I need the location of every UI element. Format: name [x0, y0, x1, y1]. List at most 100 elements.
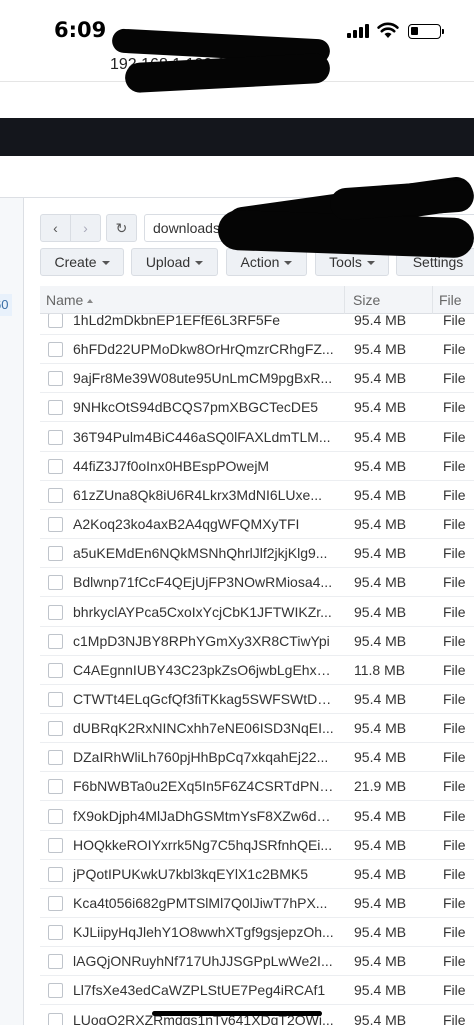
sidebar-item-selected[interactable]: 60 — [0, 294, 12, 316]
row-checkbox[interactable] — [48, 779, 63, 795]
column-header-type[interactable]: File — [432, 286, 474, 314]
row-checkbox[interactable] — [48, 808, 63, 824]
tools-button-label: Tools — [329, 254, 362, 270]
file-name[interactable]: Kca4t056i682gPMTSlMl7Q0lJiwT7hPX... — [73, 889, 335, 918]
table-row[interactable]: c1MpD3NJBY8RPhYGmXy3XR8CTiwYpi 95.4 MB Fil… — [40, 627, 474, 656]
table-row[interactable]: dUBRqK2RxNINCxhh7eNE06ISD3NqEI... 95.4 MB… — [40, 714, 474, 744]
table-row[interactable]: 61zZUna8Qk8iU6R4Lkrx3MdNI6LUxe... 95.4 MB… — [40, 481, 474, 510]
file-name[interactable]: CTWTt4ELqGcfQf3fiTKkag5SWFSWtDX... — [73, 685, 335, 714]
file-name[interactable]: 44fiZ3J7f0oInx0HBEspPOwejM — [73, 452, 335, 481]
column-header-size[interactable]: Size — [344, 286, 432, 314]
table-row[interactable]: 1hLd2mDkbnEP1EFfE6L3RF5Fe 95.4 MB File — [40, 314, 474, 335]
table-row[interactable]: CTWTt4ELqGcfQf3fiTKkag5SWFSWtDX... 95.4 M… — [40, 685, 474, 714]
home-indicator[interactable] — [152, 1011, 322, 1016]
file-name[interactable]: dUBRqK2RxNINCxhh7eNE06ISD3NqEI... — [73, 714, 335, 743]
refresh-button[interactable]: ↻ — [106, 214, 137, 242]
file-name[interactable]: A2Koq23ko4axB2A4qgWFQMXyTFI — [73, 510, 335, 539]
table-row[interactable]: F6bNWBTa0u2EXq5In5F6Z4CSRTdPNP... 21.9 MB… — [40, 772, 474, 802]
file-name[interactable]: HOQkkeROIYxrrk5Ng7C5hqJSRfnhQEi... — [73, 831, 335, 860]
table-row[interactable]: bhrkyclAYPca5CxoIxYcjCbK1JFTWIKZr... 95.4… — [40, 598, 474, 627]
row-checkbox[interactable] — [48, 896, 63, 911]
row-checkbox[interactable] — [48, 1012, 63, 1025]
table-row[interactable]: Ll7fsXe43edCaWZPLStUE7Peg4iRCAf1 95.4 MB F… — [40, 976, 474, 1006]
file-name[interactable]: F6bNWBTa0u2EXq5In5F6Z4CSRTdPNP... — [73, 772, 335, 801]
row-checkbox[interactable] — [48, 925, 63, 941]
row-checkbox[interactable] — [48, 371, 63, 387]
status-time: 6:09 — [54, 18, 107, 42]
row-checkbox[interactable] — [48, 546, 63, 562]
forward-button[interactable]: › — [70, 214, 101, 242]
table-row[interactable]: DZaIRhWliLh760pjHhBpCq7xkqahEj22... 95.4 … — [40, 743, 474, 773]
file-name[interactable]: KJLiipyHqJlehY1O8wwhXTgf9gsjepzOh... — [73, 918, 335, 947]
row-checkbox[interactable] — [48, 633, 63, 649]
row-checkbox[interactable] — [48, 866, 63, 882]
path-segment-downloads[interactable]: downloads — [153, 220, 220, 236]
row-checkbox[interactable] — [48, 662, 63, 678]
file-size: 95.4 MB — [354, 836, 407, 853]
table-row[interactable]: fX9okDjph4MlJaDhGSMtmYsF8XZw6dL... 95.4 M… — [40, 802, 474, 831]
table-row[interactable]: 9NHkcOtS94dBCQS7pmXBGCTecDE5 95.4 MB File — [40, 393, 474, 423]
row-checkbox[interactable] — [48, 458, 63, 474]
table-row[interactable]: lAGQjONRuyhNf717UhJJSGPpLwWe2I... 95.4 MB… — [40, 947, 474, 977]
file-name[interactable]: Bdlwnp71fCcF4QEjUjFP3NOwRMiosa4... — [73, 568, 335, 597]
file-name[interactable]: jPQotIPUKwkU7kbl3kqEYlX1c2BMK5 — [73, 860, 335, 889]
file-name[interactable]: c1MpD3NJBY8RPhYGmXy3XR8CTiwYpi — [73, 627, 335, 656]
upload-button[interactable]: Upload — [131, 248, 218, 276]
row-checkbox[interactable] — [48, 314, 63, 328]
app-top-bar — [0, 118, 474, 156]
table-row[interactable]: HOQkkeROIYxrrk5Ng7C5hqJSRfnhQEi... 95.4 M… — [40, 831, 474, 860]
file-list: 1hLd2mDkbnEP1EFfE6L3RF5Fe 95.4 MB File 6hFD… — [40, 314, 474, 1025]
table-row[interactable]: 6hFDd22UPMoDkw8OrHrQmzrCRhgFZ... 95.4 MB F… — [40, 335, 474, 365]
row-checkbox[interactable] — [48, 487, 63, 503]
file-type: File — [443, 314, 466, 328]
file-name[interactable]: 9ajFr8Me39W08ute95UnLmCM9pgBxR... — [73, 364, 335, 393]
file-type: File — [443, 1011, 466, 1025]
column-header-name[interactable]: Name — [46, 286, 342, 314]
row-checkbox[interactable] — [48, 575, 63, 591]
table-row[interactable]: KJLiipyHqJlehY1O8wwhXTgf9gsjepzOh... 95.4… — [40, 918, 474, 948]
file-name[interactable]: lAGQjONRuyhNf717UhJJSGPpLwWe2I... — [73, 947, 335, 976]
row-checkbox[interactable] — [48, 954, 63, 970]
table-row[interactable]: jPQotIPUKwkU7kbl3kqEYlX1c2BMK5 95.4 MB Fil… — [40, 860, 474, 889]
file-size: 95.4 MB — [354, 690, 407, 707]
file-name[interactable]: 6hFDd22UPMoDkw8OrHrQmzrCRhgFZ... — [73, 335, 335, 364]
file-name[interactable]: bhrkyclAYPca5CxoIxYcjCbK1JFTWIKZr... — [73, 598, 335, 627]
file-name[interactable]: DZaIRhWliLh760pjHhBpCq7xkqahEj22... — [73, 743, 335, 772]
file-size: 95.4 MB — [354, 341, 407, 358]
row-checkbox[interactable] — [48, 342, 63, 358]
table-row[interactable]: A2Koq23ko4axB2A4qgWFQMXyTFI 95.4 MB File — [40, 510, 474, 540]
row-checkbox[interactable] — [48, 837, 63, 853]
row-checkbox[interactable] — [48, 517, 63, 533]
table-row[interactable]: C4AEgnnIUBY43C23pkZsO6jwbLgEhxJ... 11.8 M… — [40, 656, 474, 685]
back-button[interactable]: ‹ — [40, 214, 71, 242]
file-name[interactable]: fX9okDjph4MlJaDhGSMtmYsF8XZw6dL... — [73, 802, 335, 831]
row-checkbox[interactable] — [48, 604, 63, 620]
row-checkbox[interactable] — [48, 691, 63, 707]
table-row[interactable]: Bdlwnp71fCcF4QEjUjFP3NOwRMiosa4... 95.4 M… — [40, 568, 474, 598]
file-type: File — [443, 690, 466, 707]
file-type: File — [443, 428, 466, 445]
file-name[interactable]: 36T94Pulm4BiC446aSQ0lFAXLdmTLM... — [73, 423, 335, 452]
table-row[interactable]: a5uKEMdEn6NQkMSNhQhrlJlf2jkjKlg9... 95.4 … — [40, 539, 474, 569]
table-row[interactable]: 44fiZ3J7f0oInx0HBEspPOwejM 95.4 MB File — [40, 452, 474, 481]
file-size: 95.4 MB — [354, 399, 407, 416]
file-name[interactable]: 9NHkcOtS94dBCQS7pmXBGCTecDE5 — [73, 393, 335, 422]
file-size: 95.4 MB — [354, 632, 407, 649]
row-checkbox[interactable] — [48, 400, 63, 416]
file-name[interactable]: 1hLd2mDkbnEP1EFfE6L3RF5Fe — [73, 314, 335, 335]
file-type: File — [443, 924, 466, 941]
row-checkbox[interactable] — [48, 983, 63, 999]
create-button[interactable]: Create — [40, 248, 124, 276]
row-checkbox[interactable] — [48, 721, 63, 737]
column-header-type-label: File — [439, 292, 462, 308]
row-checkbox[interactable] — [48, 429, 63, 445]
row-checkbox[interactable] — [48, 750, 63, 766]
file-name[interactable]: a5uKEMdEn6NQkMSNhQhrlJlf2jkjKlg9... — [73, 539, 335, 568]
file-name[interactable]: Ll7fsXe43edCaWZPLStUE7Peg4iRCAf1 — [73, 976, 335, 1005]
table-row[interactable]: 36T94Pulm4BiC446aSQ0lFAXLdmTLM... 95.4 MB… — [40, 423, 474, 452]
table-row[interactable]: Kca4t056i682gPMTSlMl7Q0lJiwT7hPX... 95.4 … — [40, 889, 474, 918]
sidebar — [0, 198, 24, 1025]
file-name[interactable]: C4AEgnnIUBY43C23pkZsO6jwbLgEhxJ... — [73, 656, 335, 685]
table-row[interactable]: 9ajFr8Me39W08ute95UnLmCM9pgBxR... 95.4 MB… — [40, 364, 474, 394]
file-name[interactable]: 61zZUna8Qk8iU6R4Lkrx3MdNI6LUxe... — [73, 481, 335, 510]
